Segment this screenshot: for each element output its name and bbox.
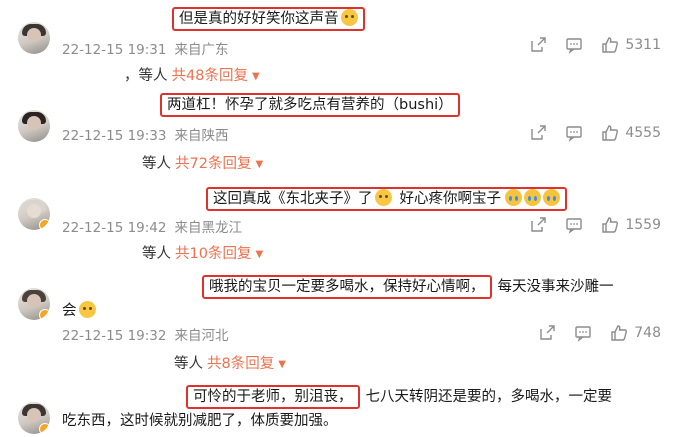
comment-text: 这回真成《东北夹子》了 好心疼你啊宝子 [206, 186, 567, 212]
comment-location: 来自陕西 [174, 128, 229, 144]
highlight-box: 两道杠！怀孕了就多吃点有营养的（bushi） [160, 93, 460, 117]
comment-meta: 22-12-15 19:31 来自广东 [62, 38, 228, 58]
share-icon[interactable] [529, 124, 547, 142]
like-button[interactable]: 5311 [601, 36, 661, 54]
triangle-down-icon[interactable]: ▼ [252, 71, 260, 82]
comment-text-plain: 七八天转阴还是要的，多喝水，一定要 [365, 389, 613, 405]
reply-count-link[interactable]: 共48条回复 [172, 68, 248, 84]
comment-date: 22-12-15 19:32 [62, 328, 167, 344]
comment-icon[interactable] [565, 36, 583, 54]
reply-summary[interactable]: 等人 共72条回复 ▼ [142, 152, 263, 173]
comment-icon[interactable] [574, 324, 592, 342]
reply-users: 等人 [142, 156, 171, 172]
comment-location: 来自广东 [174, 42, 229, 58]
avatar[interactable] [18, 22, 50, 54]
avatar[interactable] [18, 288, 50, 320]
comment-meta: 22-12-15 19:33 来自陕西 [62, 124, 228, 144]
comment-text: 可怜的于老师，别沮丧， 七八天转阴还是要的，多喝水，一定要 [186, 384, 612, 410]
crying-emoji-icon [543, 189, 560, 206]
reply-summary[interactable]: ，等人 共48条回复 ▼ [124, 64, 260, 85]
highlight-box: 可怜的于老师，别沮丧， [186, 385, 360, 409]
reply-summary[interactable]: 等人 共10条回复 ▼ [142, 242, 263, 263]
verified-badge-icon [39, 309, 50, 320]
comment-text-line2: 会 [62, 298, 96, 324]
comment-icon[interactable] [565, 124, 583, 142]
comment-5: 可怜的于老师，别沮丧， 七八天转阴还是要的，多喝水，一定要 吃东西，这时候就别减肥… [0, 378, 675, 437]
triangle-down-icon[interactable]: ▼ [278, 359, 286, 370]
reply-count-link[interactable]: 共72条回复 [175, 156, 251, 172]
verified-badge-icon [39, 423, 50, 434]
crying-emoji-icon [524, 189, 541, 206]
thumbs-up-icon [611, 325, 628, 341]
crying-emoji-icon [505, 189, 522, 206]
comment-actions: 4555 [529, 124, 661, 142]
like-count: 5311 [625, 37, 661, 53]
comment-text: 但是真的好好笑你这声音 [172, 6, 365, 32]
share-icon[interactable] [529, 216, 547, 234]
comment-location: 来自河北 [174, 328, 229, 344]
triangle-down-icon[interactable]: ▼ [255, 249, 263, 260]
avatar[interactable] [18, 198, 50, 230]
comment-meta: 22-12-15 19:32 来自河北 [62, 324, 228, 344]
sad-face-emoji-icon [374, 189, 392, 206]
comment-text-line2: 吃东西，这时候就别减肥了，体质要加强。 [62, 413, 338, 429]
comment-3: 这回真成《东北夹子》了 好心疼你啊宝子 22-12-15 19:42 来自黑龙江 1… [0, 176, 675, 262]
like-count: 4555 [625, 125, 661, 141]
avatar[interactable] [18, 110, 50, 142]
thumbs-up-icon [602, 217, 619, 233]
comment-text-plain: 每天没事来沙雕一 [497, 279, 614, 295]
like-count: 1559 [625, 217, 661, 233]
comment-2: 两道杠！怀孕了就多吃点有营养的（bushi） 22-12-15 19:33 来自陕… [0, 90, 675, 176]
reply-users: ，等人 [124, 68, 168, 84]
comment-actions: 748 [538, 324, 661, 342]
share-icon[interactable] [529, 36, 547, 54]
highlight-box: 但是真的好好笑你这声音 [172, 7, 365, 31]
comment-meta: 22-12-15 19:42 来自黑龙江 [62, 216, 242, 236]
triangle-down-icon[interactable]: ▼ [255, 159, 263, 170]
comment-text: 两道杠！怀孕了就多吃点有营养的（bushi） [160, 92, 460, 118]
comment-actions: 5311 [529, 36, 661, 54]
reply-summary[interactable]: 等人 共8条回复 ▼ [174, 352, 286, 373]
comment-date: 22-12-15 19:33 [62, 128, 167, 144]
comment-date: 22-12-15 19:31 [62, 42, 167, 58]
like-button[interactable]: 1559 [601, 216, 661, 234]
comment-location: 来自黑龙江 [174, 220, 242, 236]
reply-count-link[interactable]: 共10条回复 [175, 246, 251, 262]
comment-actions: 1559 [529, 216, 661, 234]
comment-1: 但是真的好好笑你这声音 22-12-15 19:31 来自广东 5311 ，等人共… [0, 0, 675, 90]
share-icon[interactable] [538, 324, 556, 342]
comment-icon[interactable] [565, 216, 583, 234]
like-count: 748 [634, 325, 661, 341]
reply-users: 等人 [142, 246, 171, 262]
cat-emoji-icon [340, 9, 358, 26]
verified-badge-icon [39, 219, 50, 230]
comment-4: 哦我的宝贝一定要多喝水，保持好心情啊， 每天没事来沙雕一 会 22-12-15 1… [0, 262, 675, 378]
comment-text: 哦我的宝贝一定要多喝水，保持好心情啊， 每天没事来沙雕一 [202, 274, 614, 300]
avatar[interactable] [18, 402, 50, 434]
like-button[interactable]: 4555 [601, 124, 661, 142]
thumbs-up-icon [602, 37, 619, 53]
comment-date: 22-12-15 19:42 [62, 220, 167, 236]
like-button[interactable]: 748 [610, 324, 661, 342]
thumbs-up-icon [602, 125, 619, 141]
reply-users: 等人 [174, 356, 203, 372]
highlight-box: 哦我的宝贝一定要多喝水，保持好心情啊， [202, 275, 492, 299]
reply-count-link[interactable]: 共8条回复 [207, 356, 274, 372]
highlight-box: 这回真成《东北夹子》了 好心疼你啊宝子 [206, 187, 567, 211]
grin-emoji-icon [78, 301, 96, 318]
